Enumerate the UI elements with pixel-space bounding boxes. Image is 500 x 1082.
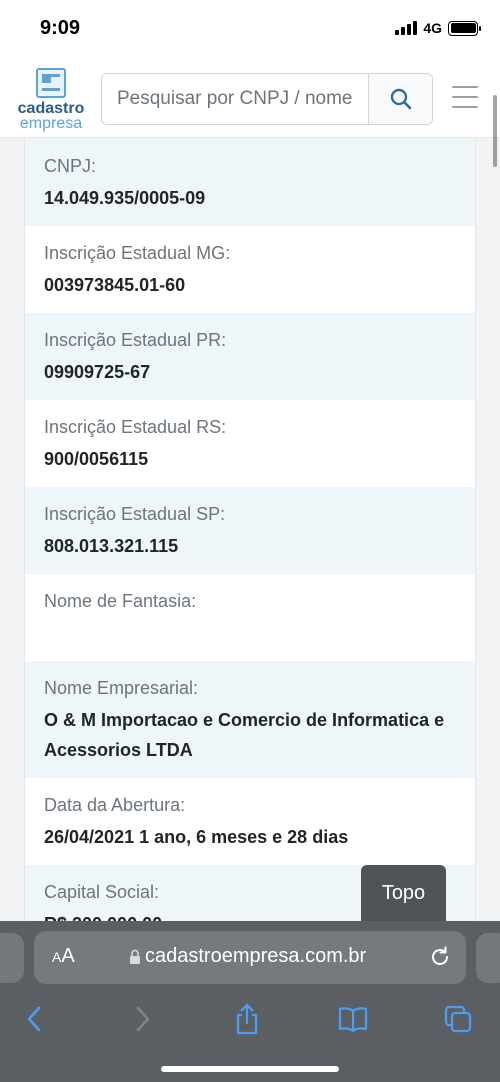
battery-icon bbox=[448, 20, 481, 36]
search-bar bbox=[101, 73, 433, 125]
tabs-button[interactable] bbox=[438, 999, 478, 1039]
share-icon bbox=[236, 1003, 258, 1035]
detail-value: 808.013.321.115 bbox=[44, 536, 179, 556]
tabs-icon bbox=[444, 1005, 472, 1033]
site-header: cadastro empresa bbox=[0, 58, 500, 138]
previous-tab-peek[interactable] bbox=[0, 933, 24, 983]
browser-toolbar: AA cadastroempresa.com.br bbox=[0, 921, 500, 1082]
company-details: CNPJ: 14.049.935/0005-09 Inscrição Estad… bbox=[24, 139, 476, 921]
detail-value: 003973845.01-60 bbox=[44, 275, 186, 295]
detail-label: Inscrição Estadual PR: bbox=[44, 330, 227, 350]
bookmarks-icon bbox=[338, 1007, 368, 1033]
home-indicator[interactable] bbox=[161, 1066, 339, 1072]
search-input[interactable] bbox=[102, 74, 368, 124]
detail-row-nome-empresarial: Nome Empresarial: O & M Importacao e Com… bbox=[25, 661, 475, 778]
detail-label: CNPJ: bbox=[44, 156, 97, 176]
network-type: 4G bbox=[423, 20, 442, 36]
logo-text-empresa: empresa bbox=[19, 115, 83, 132]
detail-label: Nome Empresarial: bbox=[44, 678, 199, 698]
share-button[interactable] bbox=[227, 999, 267, 1039]
url-display[interactable]: cadastroempresa.com.br bbox=[129, 945, 366, 968]
detail-value: 09909725-67 bbox=[44, 362, 151, 382]
detail-value: 900/0056115 bbox=[44, 449, 149, 469]
signal-icon bbox=[395, 21, 418, 35]
forward-icon bbox=[136, 1006, 150, 1032]
logo-icon bbox=[36, 68, 66, 98]
detail-value: 26/04/2021 1 ano, 6 meses e 28 dias bbox=[44, 827, 349, 847]
detail-label: Inscrição Estadual SP: bbox=[44, 504, 226, 524]
detail-label: Inscrição Estadual RS: bbox=[44, 417, 227, 437]
lock-icon bbox=[130, 949, 140, 964]
next-tab-peek[interactable] bbox=[476, 933, 500, 983]
address-bar[interactable]: AA cadastroempresa.com.br bbox=[34, 931, 466, 984]
detail-value: 14.049.935/0005-09 bbox=[44, 188, 206, 208]
back-button[interactable] bbox=[15, 999, 55, 1039]
detail-row-ie-pr: Inscrição Estadual PR: 09909725-67 bbox=[25, 313, 475, 400]
text-size-button[interactable]: AA bbox=[52, 945, 75, 968]
back-to-top-button[interactable]: Topo bbox=[361, 865, 446, 923]
detail-label: Inscrição Estadual MG: bbox=[44, 243, 231, 263]
detail-row-nome-fantasia: Nome de Fantasia: bbox=[25, 574, 475, 661]
detail-row-ie-mg: Inscrição Estadual MG: 003973845.01-60 bbox=[25, 226, 475, 313]
status-indicators: 4G bbox=[395, 20, 481, 36]
detail-label: Nome de Fantasia: bbox=[44, 591, 197, 611]
detail-row-data-abertura: Data da Abertura: 26/04/2021 1 ano, 6 me… bbox=[25, 778, 475, 865]
detail-label: Data da Abertura: bbox=[44, 795, 186, 815]
status-time: 9:09 bbox=[40, 17, 81, 39]
search-button[interactable] bbox=[368, 74, 432, 124]
forward-button[interactable] bbox=[122, 999, 162, 1039]
browser-nav-bar bbox=[0, 999, 500, 1047]
reload-icon[interactable] bbox=[428, 945, 452, 969]
detail-row-cnpj: CNPJ: 14.049.935/0005-09 bbox=[25, 139, 475, 226]
search-icon bbox=[390, 88, 411, 110]
url-text: cadastroempresa.com.br bbox=[145, 945, 367, 967]
detail-row-ie-sp: Inscrição Estadual SP: 808.013.321.115 bbox=[25, 487, 475, 574]
back-icon bbox=[27, 1006, 41, 1032]
status-bar: 9:09 4G bbox=[0, 0, 500, 58]
detail-value: O & M Importacao e Comercio de Informati… bbox=[44, 710, 445, 760]
detail-row-ie-rs: Inscrição Estadual RS: 900/0056115 bbox=[25, 400, 475, 487]
scrollbar[interactable] bbox=[493, 95, 497, 167]
menu-icon[interactable] bbox=[452, 86, 478, 108]
logo[interactable]: cadastro empresa bbox=[16, 66, 86, 132]
detail-value bbox=[44, 618, 456, 648]
bookmarks-button[interactable] bbox=[333, 999, 373, 1039]
